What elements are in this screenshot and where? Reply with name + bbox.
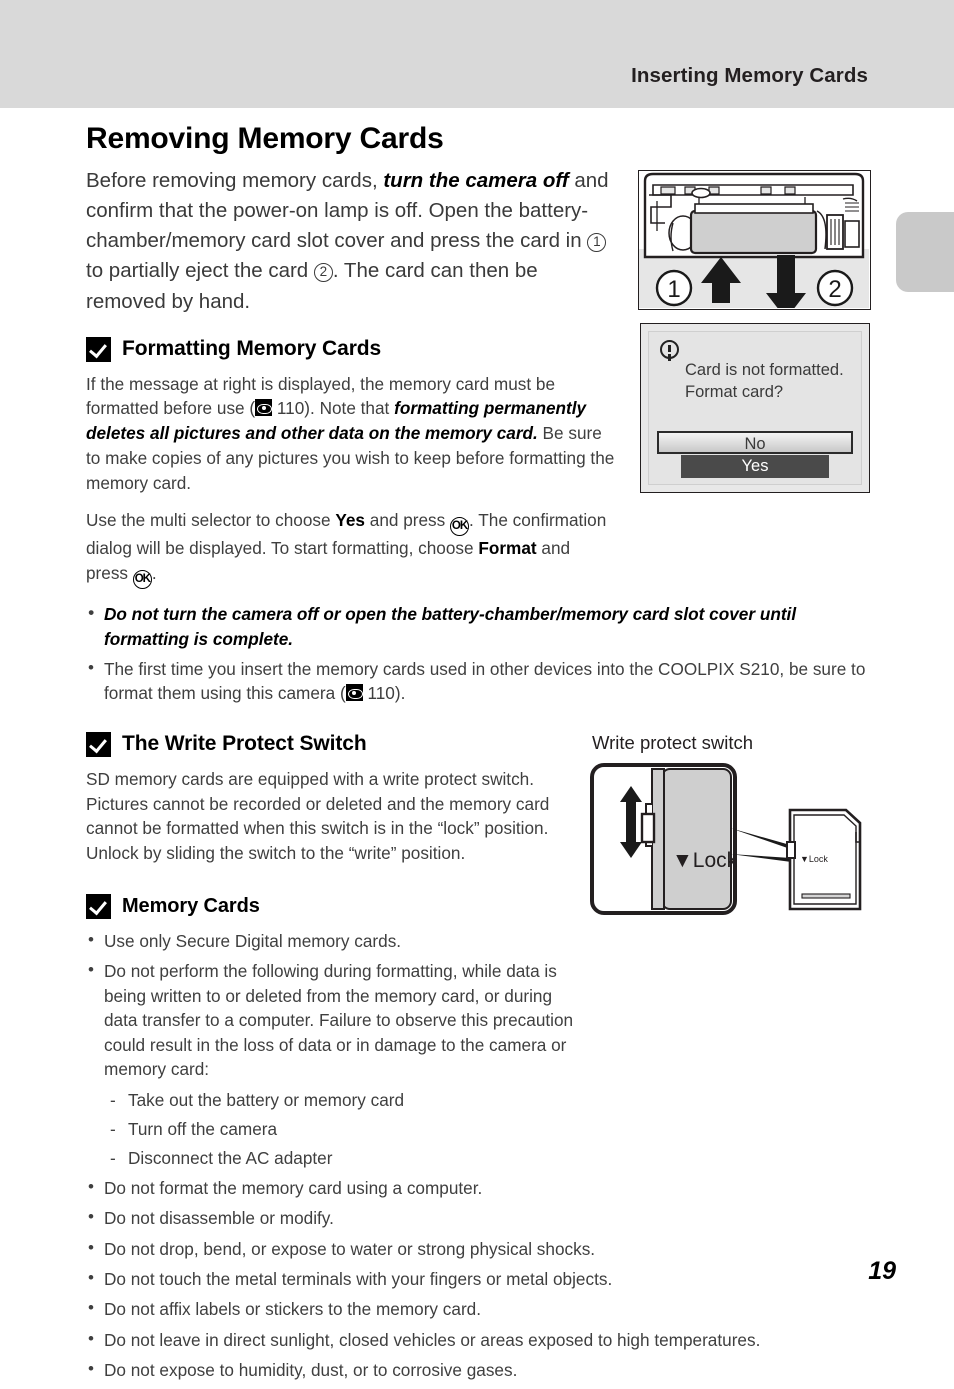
formatting-bullet2-page: 110 <box>367 683 395 704</box>
note-heading-formatting-label: Formatting Memory Cards <box>122 337 382 361</box>
running-header-title: Inserting Memory Cards <box>631 64 868 87</box>
intro-emphasis: turn the camera off <box>383 169 569 192</box>
memory-cards-bullet-list-2: Do not format the memory card using a co… <box>86 1175 876 1383</box>
intro-text-c: to partially eject the card <box>86 259 314 283</box>
formatting-p1-page: 110 <box>276 398 305 419</box>
intro-text-a: Before removing memory cards, <box>86 169 384 192</box>
list-item: Do not expose to humidity, dust, or to c… <box>86 1357 876 1382</box>
list-item: Turn off the camera <box>108 1117 876 1142</box>
list-item: Do not touch the metal terminals with yo… <box>86 1266 876 1291</box>
page-reference-icon <box>345 684 363 702</box>
ok-button-icon: OK <box>450 517 470 537</box>
list-item: Do not leave in direct sunlight, closed … <box>86 1327 876 1352</box>
list-item: Disconnect the AC adapter <box>108 1146 876 1171</box>
formatting-paragraph-2: Use the multi selector to choose Yes and… <box>86 508 616 590</box>
intro-paragraph: Before removing memory cards, turn the c… <box>86 166 616 317</box>
memory-cards-sub-list: Take out the battery or memory card Turn… <box>86 1088 876 1172</box>
note-body-formatting: If the message at right is displayed, th… <box>86 372 616 590</box>
ok-button-icon: OK <box>132 570 152 590</box>
figure-text-wrap-spacer <box>576 959 876 1039</box>
formatting-p2-a: Use the multi selector to choose <box>86 510 336 531</box>
page-number: 19 <box>868 1257 896 1285</box>
inline-circled-number-2: 2 <box>313 263 333 283</box>
list-item: Take out the battery or memory card <box>108 1088 876 1113</box>
formatting-bullet-list: Do not turn the camera off or open the b… <box>86 601 876 706</box>
list-item: Do not format the memory card using a co… <box>86 1175 876 1200</box>
checkmark-icon <box>86 336 111 362</box>
list-item: The first time you insert the memory car… <box>86 656 876 706</box>
formatting-p2-f: . <box>151 563 157 584</box>
list-item: Use only Secure Digital memory cards. <box>86 928 876 953</box>
page-reference-icon <box>255 399 273 417</box>
formatting-p2-format: Format <box>478 538 537 559</box>
running-header-band <box>0 0 954 108</box>
note-body-write-protect: SD memory cards are equipped with a writ… <box>86 768 550 864</box>
formatting-paragraph-1: If the message at right is displayed, th… <box>86 372 616 496</box>
note-heading-memory-cards: Memory Cards <box>86 893 876 919</box>
note-heading-write-protect-label: The Write Protect Switch <box>122 732 367 756</box>
checkmark-icon <box>86 893 111 919</box>
memory-cards-bullet-2-text: Do not perform the following during form… <box>104 961 574 1080</box>
note-heading-memory-cards-label: Memory Cards <box>122 894 260 917</box>
formatting-bullet2-a: The first time you insert the memory car… <box>104 659 866 704</box>
formatting-p2-c: and press <box>364 510 451 531</box>
checkmark-icon <box>86 731 111 757</box>
formatting-p2-yes: Yes <box>335 510 365 531</box>
chapter-tab-label: First Steps <box>884 296 954 388</box>
note-heading-write-protect: The Write Protect Switch <box>86 731 876 757</box>
list-item: Do not disassemble or modify. <box>86 1205 876 1230</box>
formatting-bullet2-b: ). <box>394 683 406 704</box>
list-item: Do not affix labels or stickers to the m… <box>86 1296 876 1321</box>
page-content: Removing Memory Cards Before removing me… <box>86 112 876 1389</box>
list-item: Do not perform the following during form… <box>86 958 876 1081</box>
chapter-tab-marker <box>896 212 954 292</box>
list-item: Do not turn the camera off or open the b… <box>86 601 876 651</box>
page-title: Removing Memory Cards <box>86 122 444 155</box>
memory-cards-bullet-list: Use only Secure Digital memory cards. Do… <box>86 928 876 1082</box>
inline-circled-number-1: 1 <box>587 233 607 253</box>
formatting-p1-b: ). Note that <box>304 398 395 419</box>
note-heading-formatting: Formatting Memory Cards <box>86 336 876 362</box>
list-item: Do not drop, bend, or expose to water or… <box>86 1236 876 1261</box>
